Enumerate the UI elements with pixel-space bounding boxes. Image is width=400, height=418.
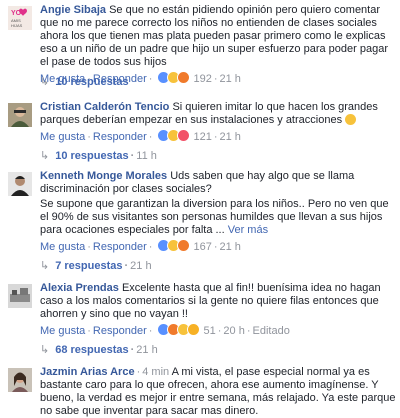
love-reaction-icon [177,129,191,142]
comment-actions: Me gusta · Responder · 51 · 20 h · Editado [40,323,396,340]
view-replies-link[interactable]: ↳ 10 respuestas [40,76,129,89]
reactions[interactable] [157,239,191,256]
like-link[interactable]: Me gusta [40,131,85,143]
comment-time[interactable]: 20 h [223,325,244,337]
reactions[interactable] [157,323,201,340]
view-replies-link[interactable]: ↳ 7 respuestas · 21 h [40,260,152,273]
commenter-name[interactable]: Kenneth Monge Morales [40,170,167,182]
like-link[interactable]: Me gusta [40,325,85,337]
comment-time[interactable]: 21 h [220,241,241,253]
reaction-count[interactable]: 192 [193,73,211,85]
wow-reaction-icon [187,323,201,336]
comment-text-continued: Se supone que garantizan la diversion pa… [40,198,389,236]
reaction-count[interactable]: 51 [203,325,215,337]
view-replies-link[interactable]: ↳ 10 respuestas · 11 h [40,150,157,163]
reply-link[interactable]: Responder [93,241,147,253]
reply-arrow-icon: ↳ [40,344,50,356]
angry-reaction-icon [177,71,191,84]
reactions[interactable] [157,129,191,146]
reply-link[interactable]: Responder [93,325,147,337]
avatar[interactable] [8,103,32,127]
angry-reaction-icon [177,239,191,252]
commenter-name[interactable]: Alexia Prendas [40,282,119,294]
comment-time[interactable]: 21 h [220,131,241,143]
comment-actions: Me gusta · Responder · 121 · 21 h [40,129,396,146]
reaction-count[interactable]: 121 [193,131,211,143]
avatar[interactable] [8,172,32,196]
avatar[interactable]: YO AMIS HIJAS [8,6,32,30]
reactions[interactable] [157,71,191,88]
see-more-link[interactable]: Ver más [228,224,268,236]
view-replies-link[interactable]: ↳ 68 respuestas · 21 h [40,344,158,357]
smirk-emoji-icon [345,114,357,125]
commenter-name[interactable]: Angie Sibaja [40,4,106,16]
reply-arrow-icon: ↳ [40,76,50,88]
commenter-name[interactable]: Jazmin Arias Arce [40,366,135,378]
edited-label[interactable]: Editado [253,325,290,337]
comment-actions: Me gusta · Responder · 167 · 21 h [40,239,396,256]
commenter-name[interactable]: Cristian Calderón Tencio [40,101,169,113]
comment-time[interactable]: 21 h [220,73,241,85]
svg-text:HIJAS: HIJAS [11,23,23,28]
reply-arrow-icon: ↳ [40,260,50,272]
reply-arrow-icon: ↳ [40,150,50,162]
reaction-count[interactable]: 167 [193,241,211,253]
like-link[interactable]: Me gusta [40,241,85,253]
avatar[interactable] [8,368,32,392]
reply-link[interactable]: Responder [93,131,147,143]
comment-time[interactable]: 4 min [142,366,169,378]
avatar[interactable] [8,284,32,308]
